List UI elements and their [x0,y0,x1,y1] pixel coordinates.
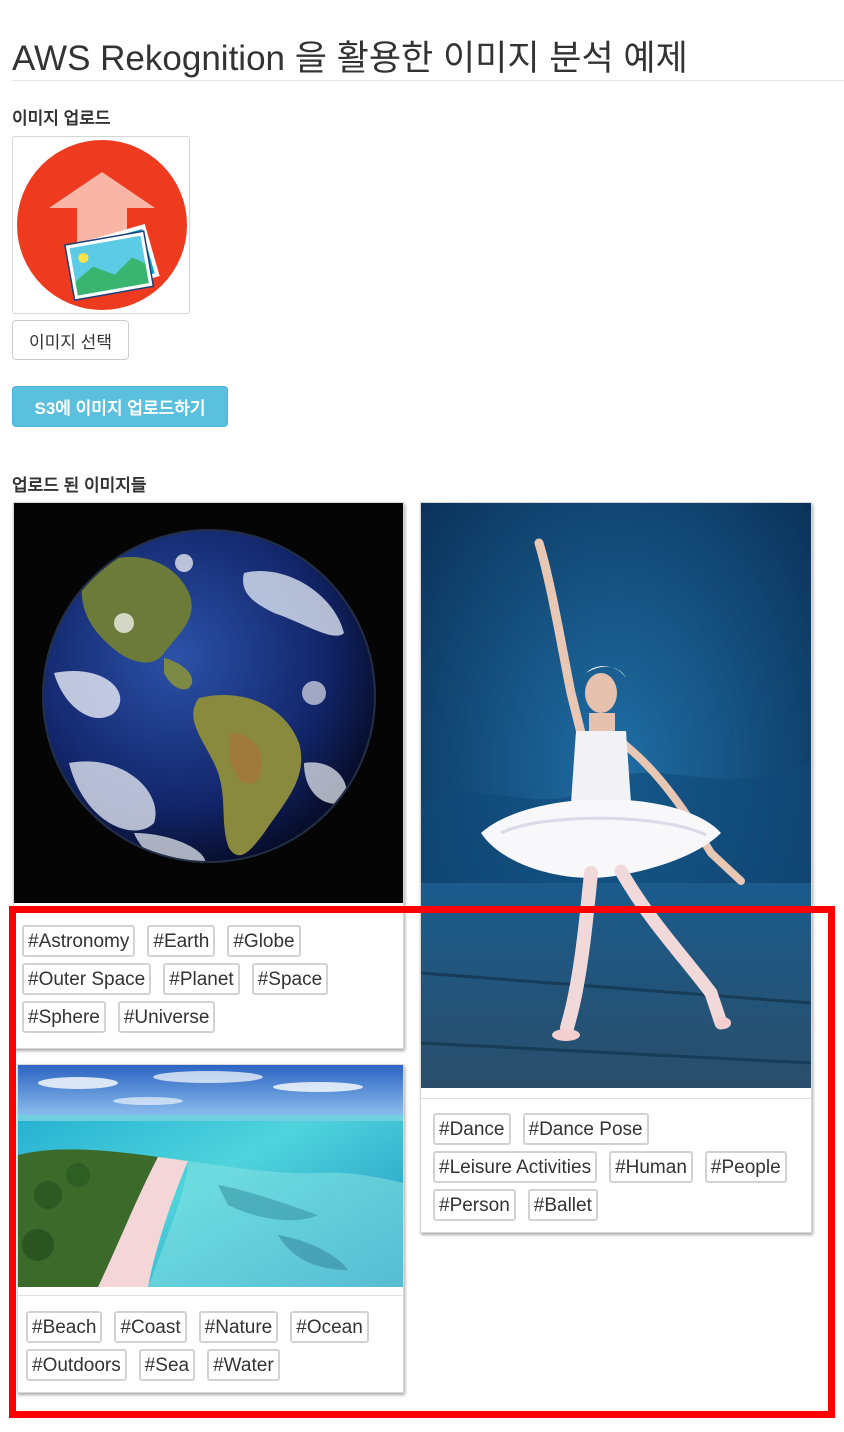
image-preview [12,136,190,314]
tag-chip: #Globe [227,925,301,957]
tag-list: #Dance #Dance Pose #Leisure Activities #… [433,1113,805,1221]
tag-chip: #Water [207,1349,280,1381]
tag-list: #Astronomy #Earth #Globe #Outer Space #P… [22,925,397,1033]
tag-chip: #Astronomy [22,925,136,957]
tag-chip: #Nature [198,1311,279,1343]
image-card-earth: #Astronomy #Earth #Globe #Outer Space #P… [13,502,404,1049]
tag-chip: #Outer Space [22,963,152,995]
tag-chip: #Sphere [22,1001,106,1033]
tag-chip: #Beach [26,1311,103,1343]
page-title: AWS Rekognition 을 활용한 이미지 분석 예제 [12,39,688,78]
upload-section-label: 이미지 업로드 [12,109,111,128]
tag-list: #Beach #Coast #Nature #Ocean #Outdoors #… [26,1311,397,1381]
ballet-photo [421,503,811,1088]
beach-photo [18,1065,403,1287]
tag-chip: #Earth [147,925,216,957]
tag-chip: #Leisure Activities [433,1151,598,1183]
tag-chip: #Outdoors [26,1349,127,1381]
tag-chip: #Universe [117,1001,216,1033]
tag-chip: #Sea [138,1349,196,1381]
image-card-ballet: #Dance #Dance Pose #Leisure Activities #… [420,502,812,1233]
tag-chip: #Person [433,1189,516,1221]
tag-chip: #People [704,1151,787,1183]
title-divider [12,80,844,81]
upload-image-icon [17,140,187,310]
tag-chip: #Planet [163,963,240,995]
image-card-beach: #Beach #Coast #Nature #Ocean #Outdoors #… [17,1064,404,1393]
earth-photo [14,503,403,903]
tag-chip: #Space [251,963,329,995]
tag-chip: #Ballet [527,1189,598,1221]
upload-to-s3-button[interactable]: S3에 이미지 업로드하기 [12,386,228,427]
uploaded-images-label: 업로드 된 이미지들 [12,476,147,495]
tag-chip: #Coast [114,1311,187,1343]
select-image-button[interactable]: 이미지 선택 [12,320,129,360]
tag-chip: #Dance Pose [522,1113,649,1145]
tag-chip: #Ocean [290,1311,369,1343]
tag-chip: #Dance [433,1113,511,1145]
tag-chip: #Human [609,1151,693,1183]
